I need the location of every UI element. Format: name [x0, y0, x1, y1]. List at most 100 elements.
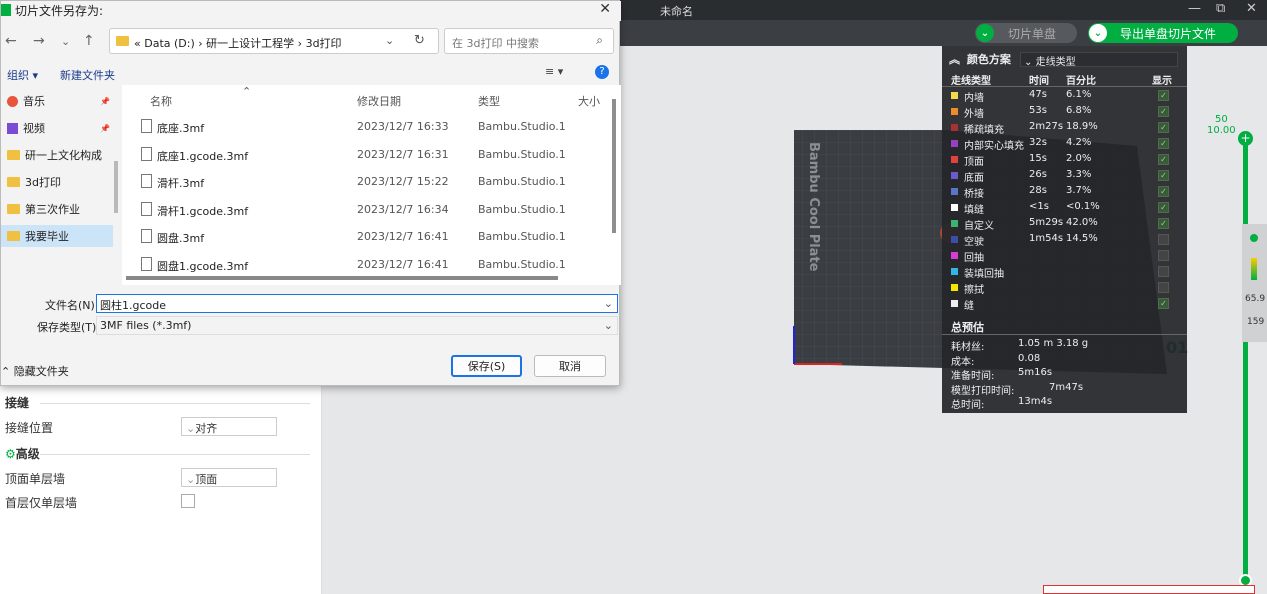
slice-plate-button[interactable]: ⌄ 切片单盘 [975, 23, 1077, 43]
sidebar-item[interactable]: 我要毕业 [1, 225, 113, 247]
address-bar-row: ← → ⌄ ↑ « Data (D:) › 研一上设计工程学 › 3d打印 ⌄ … [1, 23, 621, 57]
col-size-header[interactable]: 大小 [578, 93, 600, 109]
visibility-checkbox[interactable]: ✓ [1158, 250, 1169, 261]
pin-icon[interactable]: 📌 [100, 124, 110, 133]
search-box[interactable]: 在 3d打印 中搜索 ⌕ [444, 28, 614, 54]
legend-row[interactable]: 空驶 1m54s14.5% ✓ [942, 232, 1187, 248]
advanced-section-header: ⚙高级 [5, 445, 40, 462]
up-arrow-icon[interactable]: ↑ [83, 33, 95, 49]
back-arrow-icon[interactable]: ← [5, 33, 17, 49]
visibility-checkbox[interactable]: ✓ [1158, 138, 1169, 149]
visibility-checkbox[interactable]: ✓ [1158, 154, 1169, 165]
sidebar-item[interactable]: 3d打印 [7, 171, 61, 193]
col-show: 显示 [1152, 76, 1172, 87]
collapse-icon[interactable]: ︽ [949, 53, 960, 66]
pin-icon[interactable]: 📌 [100, 97, 110, 106]
scheme-dropdown[interactable]: ⌄ 走线类型 [1020, 52, 1178, 68]
hide-folders-label: 隐藏文件夹 [13, 365, 69, 378]
visibility-checkbox[interactable]: ✓ [1158, 234, 1169, 245]
dialog-close-icon[interactable]: ✕ [599, 1, 611, 17]
file-row[interactable]: 滑杆.3mf 2023/12/7 15:22 Bambu.Studio.1 [122, 168, 612, 194]
view-options-icon[interactable]: ≡ ▾ [545, 65, 563, 78]
visibility-checkbox[interactable]: ✓ [1158, 122, 1169, 133]
sidebar-item[interactable]: 第三次作业 [7, 198, 80, 220]
legend-row[interactable]: 外墙 53s 6.8% ✓ [942, 104, 1187, 120]
legend-row[interactable]: 填缝 <1s <0.1% ✓ [942, 200, 1187, 216]
layer-slider-top-handle[interactable]: + [1238, 131, 1253, 146]
visibility-checkbox[interactable]: ✓ [1158, 186, 1169, 197]
file-row[interactable]: 圆盘1.gcode.3mf 2023/12/7 16:41 Bambu.Studio… [122, 251, 612, 277]
file-row[interactable]: 底座1.gcode.3mf 2023/12/7 16:31 Bambu.Studio… [122, 141, 612, 167]
top-single-wall-select[interactable]: ⌄顶面 [181, 468, 277, 487]
legend-row[interactable]: 擦拭 ✓ [942, 280, 1187, 296]
breadcrumb-drive[interactable]: Data (D:) [144, 37, 195, 50]
filetype-select[interactable]: 3MF files (*.3mf) ⌄ [96, 316, 618, 335]
legend-row[interactable]: 自定义 5m29s 42.0% ✓ [942, 216, 1187, 232]
new-folder-button[interactable]: 新建文件夹 [60, 67, 115, 83]
file-row[interactable]: 底座.3mf 2023/12/7 16:33 Bambu.Studio.1 [122, 113, 612, 139]
legend-row[interactable]: 顶面 15s 2.0% ✓ [942, 152, 1187, 168]
save-button[interactable]: 保存(S) [451, 355, 522, 377]
sidebar-item[interactable]: 音乐 📌 [7, 90, 110, 112]
nav-scrollbar[interactable] [114, 161, 118, 213]
first-layer-single-wall-checkbox[interactable] [181, 494, 195, 508]
legend-row[interactable]: 底面 26s 3.3% ✓ [942, 168, 1187, 184]
color-swatch [951, 108, 958, 115]
organize-button[interactable]: 组织 ▾ [7, 67, 38, 83]
legend-row[interactable]: 桥接 28s 3.7% ✓ [942, 184, 1187, 200]
breadcrumb-folder1[interactable]: 研一上设计工程学 [206, 37, 294, 50]
chevron-down-icon[interactable]: ⌄ [976, 24, 994, 42]
horizontal-scrollbar[interactable] [126, 276, 558, 280]
visibility-checkbox[interactable]: ✓ [1158, 202, 1169, 213]
breadcrumb-separator[interactable]: › [198, 37, 202, 50]
search-icon[interactable]: ⌕ [596, 33, 603, 48]
hide-folders-toggle[interactable]: ⌃ 隐藏文件夹 [1, 363, 69, 379]
visibility-checkbox[interactable]: ✓ [1158, 170, 1169, 181]
color-bar-icon [1251, 258, 1257, 280]
recent-dropdown-icon[interactable]: ⌄ [61, 35, 70, 48]
legend-row[interactable]: 装填回抽 ✓ [942, 264, 1187, 280]
legend-header[interactable]: ︽ 颜色方案 [949, 51, 1011, 67]
breadcrumb-folder2[interactable]: 3d打印 [306, 37, 342, 50]
address-bar[interactable]: « Data (D:) › 研一上设计工程学 › 3d打印 ⌄ ↻ [109, 28, 439, 54]
visibility-checkbox[interactable]: ✓ [1158, 90, 1169, 101]
cancel-button[interactable]: 取消 [534, 355, 606, 377]
breadcrumb-separator[interactable]: › [298, 37, 302, 50]
filename-input[interactable]: 圆柱1.gcode ⌄ [96, 294, 618, 313]
col-date-header[interactable]: 修改日期 [357, 93, 401, 109]
chevron-down-icon[interactable]: ⌄ [604, 297, 613, 310]
col-name-header[interactable]: 名称 [150, 93, 172, 109]
legend-row[interactable]: 回抽 ✓ [942, 248, 1187, 264]
legend-row[interactable]: 稀疏填充 2m27s 18.9% ✓ [942, 120, 1187, 136]
layer-slider-track[interactable] [1243, 138, 1248, 583]
address-dropdown-icon[interactable]: ⌄ [385, 34, 394, 47]
file-date: 2023/12/7 15:22 [357, 175, 449, 188]
vertical-scrollbar[interactable] [612, 99, 616, 233]
file-row[interactable]: 滑杆1.gcode.3mf 2023/12/7 16:34 Bambu.Studio… [122, 196, 612, 222]
visibility-checkbox[interactable]: ✓ [1158, 266, 1169, 277]
seam-position-select[interactable]: ⌄对齐 [181, 417, 277, 436]
legend-row[interactable]: 内墙 47s 6.1% ✓ [942, 88, 1187, 104]
visibility-checkbox[interactable]: ✓ [1158, 298, 1169, 309]
forward-arrow-icon[interactable]: → [33, 33, 45, 49]
restore-icon[interactable]: ⧉ [1216, 1, 1225, 16]
legend-name: 外墙 [964, 109, 984, 120]
sidebar-item[interactable]: 研一上文化构成 [7, 144, 102, 166]
file-row[interactable]: 圆盘.3mf 2023/12/7 16:41 Bambu.Studio.1 [122, 223, 612, 249]
minimize-icon[interactable]: — [1188, 1, 1201, 16]
refresh-icon[interactable]: ↻ [414, 33, 425, 48]
legend-row[interactable]: 内部实心填充 32s 4.2% ✓ [942, 136, 1187, 152]
folder-icon [7, 150, 20, 160]
close-window-icon[interactable]: ✕ [1246, 1, 1257, 16]
visibility-checkbox[interactable]: ✓ [1158, 282, 1169, 293]
chevron-down-icon[interactable]: ⌄ [1089, 24, 1107, 42]
sidebar-item[interactable]: 视频 📌 [7, 117, 110, 139]
breadcrumb-overflow[interactable]: « [134, 37, 141, 50]
help-icon[interactable]: ? [595, 65, 609, 79]
visibility-checkbox[interactable]: ✓ [1158, 218, 1169, 229]
chevron-down-icon[interactable]: ⌄ [604, 319, 613, 332]
visibility-checkbox[interactable]: ✓ [1158, 106, 1169, 117]
col-type-header[interactable]: 类型 [478, 93, 500, 109]
legend-row[interactable]: 缝 ✓ [942, 296, 1187, 312]
export-sliced-button[interactable]: ⌄ 导出单盘切片文件 [1088, 23, 1238, 43]
